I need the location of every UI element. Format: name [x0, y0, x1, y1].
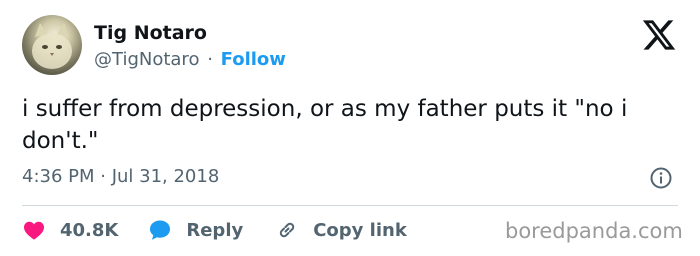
- speech-bubble-icon: [150, 220, 171, 240]
- copy-link-button[interactable]: Copy link: [275, 218, 407, 242]
- x-logo-icon[interactable]: [640, 17, 678, 53]
- copy-link-label: Copy link: [313, 219, 407, 241]
- author-handle-row: @TigNotaro · Follow: [94, 49, 286, 70]
- follow-button[interactable]: Follow: [221, 49, 286, 70]
- author-name[interactable]: Tig Notaro: [94, 22, 207, 44]
- link-icon: [280, 222, 295, 238]
- author-handle[interactable]: @TigNotaro: [94, 49, 199, 70]
- watermark: boredpanda.com: [505, 219, 683, 243]
- info-icon[interactable]: [649, 166, 673, 190]
- tweet-timestamp[interactable]: 4:36 PM · Jul 31, 2018: [22, 166, 219, 187]
- avatar[interactable]: [22, 15, 82, 75]
- tweet-actions: 40.8K Reply Copy link: [22, 216, 407, 244]
- cat-avatar-icon: [32, 23, 72, 69]
- like-button[interactable]: 40.8K: [22, 218, 118, 242]
- tweet-text: i suffer from depression, or as my fathe…: [22, 96, 628, 154]
- divider: [22, 205, 678, 206]
- separator-dot: ·: [207, 49, 213, 70]
- likes-count: 40.8K: [60, 219, 119, 241]
- reply-label: Reply: [186, 219, 244, 241]
- heart-icon: [24, 221, 44, 240]
- reply-button[interactable]: Reply: [148, 218, 243, 242]
